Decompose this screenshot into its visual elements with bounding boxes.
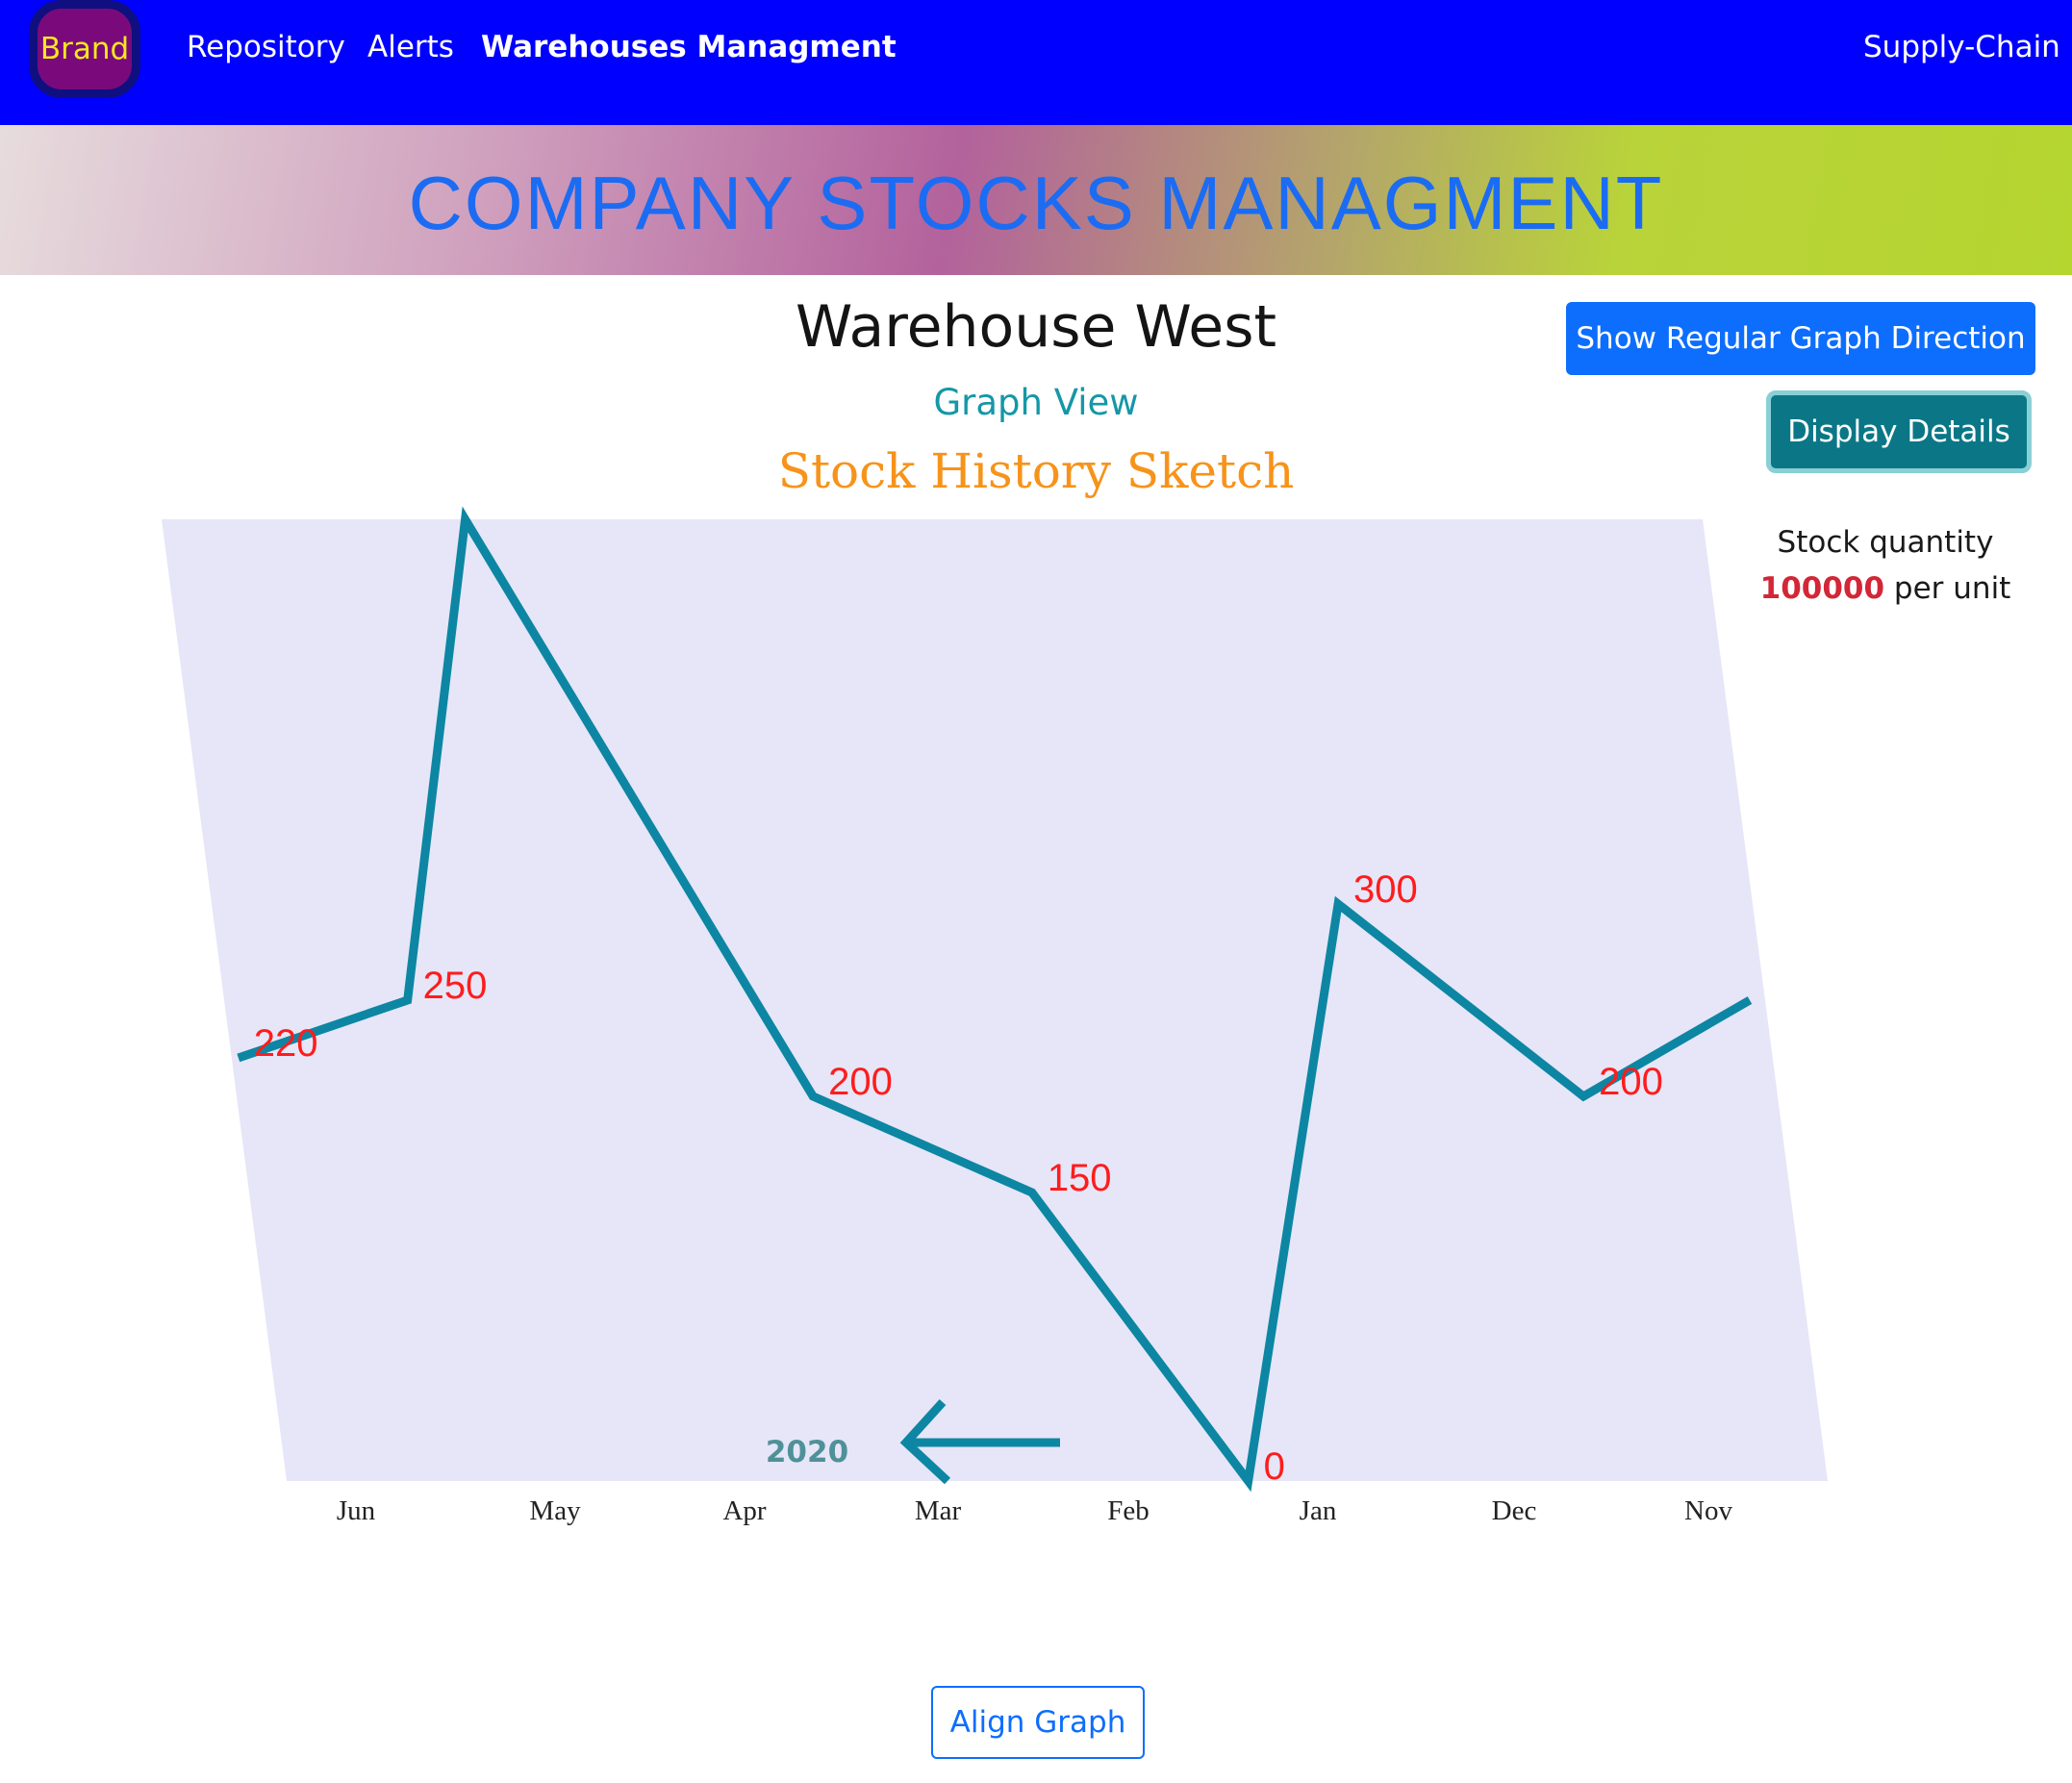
data-label: 300 bbox=[1353, 868, 1418, 911]
view-subtitle: Graph View bbox=[933, 382, 1139, 423]
nav-link-warehouses[interactable]: Warehouses Managment bbox=[481, 25, 897, 69]
page-banner: COMPANY STOCKS MANAGMENT bbox=[0, 125, 2072, 275]
data-label: 200 bbox=[1599, 1061, 1663, 1103]
navbar: Brand Repository Alerts Warehouses Manag… bbox=[0, 0, 2072, 125]
data-label: 200 bbox=[828, 1061, 893, 1103]
x-tick-label: Mar bbox=[915, 1495, 962, 1526]
nav-link-alerts[interactable]: Alerts bbox=[367, 25, 454, 69]
data-label: 0 bbox=[1264, 1445, 1285, 1488]
x-tick-label: May bbox=[529, 1495, 581, 1526]
data-label: 150 bbox=[1048, 1157, 1112, 1199]
x-tick-label: Jun bbox=[337, 1495, 376, 1526]
year-label: 2020 bbox=[766, 1435, 848, 1469]
x-tick-label: Nov bbox=[1684, 1495, 1732, 1526]
brand-logo[interactable]: Brand bbox=[29, 0, 140, 98]
show-regular-direction-button[interactable]: Show Regular Graph Direction bbox=[1566, 302, 2035, 375]
data-label: 220 bbox=[254, 1022, 318, 1065]
x-tick-label: Dec bbox=[1492, 1495, 1537, 1526]
data-label: 250 bbox=[423, 965, 488, 1007]
display-details-button[interactable]: Display Details bbox=[1766, 390, 2032, 473]
x-tick-label: Apr bbox=[722, 1495, 766, 1526]
chart-title: Stock History Sketch bbox=[777, 443, 1295, 499]
stock-history-chart: 220 250 200 150 0 300 200 Jun May Apr Mar Feb Jan Dec… bbox=[162, 506, 1828, 1526]
nav-link-supply-chain[interactable]: Supply-Chain bbox=[1863, 25, 2060, 69]
x-tick-label: Feb bbox=[1107, 1495, 1150, 1526]
x-tick-label: Jan bbox=[1300, 1495, 1337, 1526]
align-graph-button[interactable]: Align Graph bbox=[931, 1686, 1145, 1759]
banner-title: COMPANY STOCKS MANAGMENT bbox=[408, 161, 1664, 245]
nav-link-repository[interactable]: Repository bbox=[187, 25, 345, 69]
